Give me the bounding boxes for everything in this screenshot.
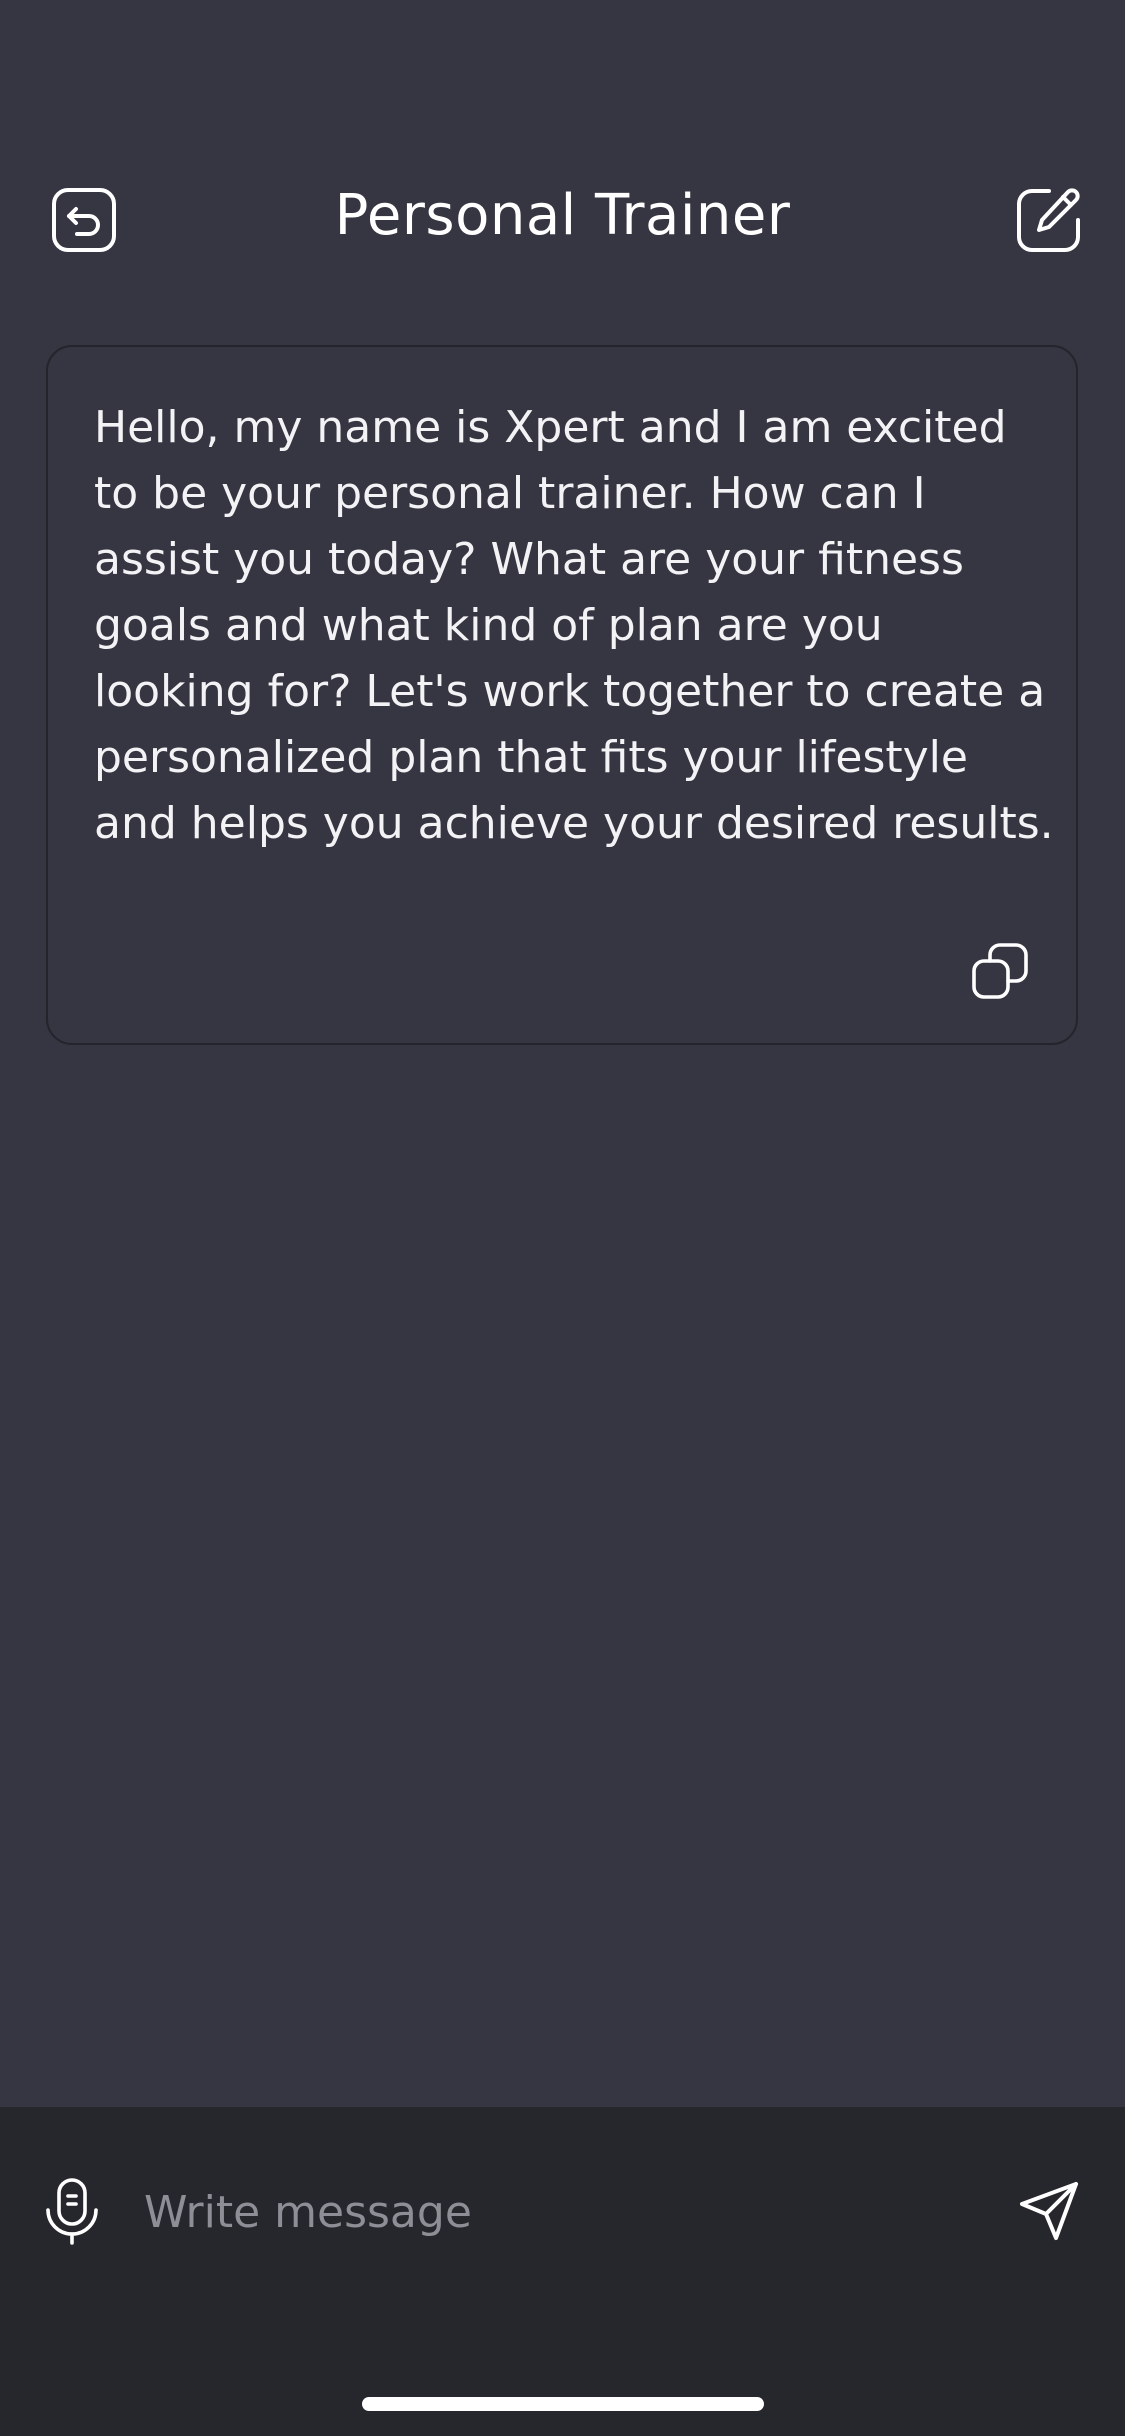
microphone-icon [46,2178,98,2245]
microphone-button[interactable] [38,2171,106,2251]
message-input[interactable] [144,2177,984,2247]
header: Personal Trainer [0,160,1125,270]
send-button[interactable] [1009,2171,1089,2251]
edit-button[interactable] [1009,180,1089,260]
page-title: Personal Trainer [334,183,791,248]
copy-button[interactable] [968,939,1032,1003]
copy-icon [972,943,1028,999]
assistant-message-text: Hello, my name is Xpert and I am excited… [94,402,1054,849]
edit-pencil-icon [1017,188,1080,252]
home-indicator [362,2397,764,2411]
send-icon [1020,2182,1078,2240]
assistant-message-card: Hello, my name is Xpert and I am excited… [46,345,1078,1045]
message-composer [0,2107,1125,2436]
chat-screen: Personal Trainer Hello, my name is Xpert… [0,0,1125,2436]
